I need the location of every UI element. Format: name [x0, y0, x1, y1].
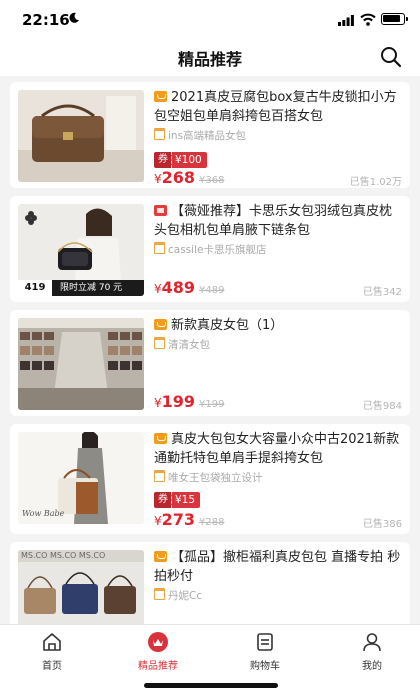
- tab-recommend[interactable]: 精品推荐: [118, 631, 198, 672]
- shop-name: ins高端精品女包: [154, 128, 402, 144]
- product-card[interactable]: MS.CO MS.CO MS.CO 【孤品】撤柜福利真皮包包 直播专拍 秒拍秒付…: [10, 542, 410, 624]
- tab-cart[interactable]: 购物车: [225, 631, 305, 672]
- price: 273: [161, 510, 196, 529]
- tab-home[interactable]: 首页: [12, 631, 92, 672]
- tab-mine[interactable]: 我的: [332, 631, 412, 672]
- price-row: ¥273 ¥288 已售386: [154, 510, 402, 530]
- price: 268: [161, 168, 196, 187]
- search-icon[interactable]: [379, 45, 403, 69]
- recommend-icon: [148, 632, 168, 652]
- sold-count: 已售342: [362, 287, 402, 298]
- product-title: 【薇娅推荐】卡思乐女包羽绒包真皮枕头包相机包单肩腋下链条包: [154, 204, 393, 238]
- product-info: 【薇娅推荐】卡思乐女包羽绒包真皮枕头包相机包单肩腋下链条包 cassile卡思乐…: [154, 202, 402, 258]
- product-title: 2021真皮豆腐包box复古牛皮锁扣小方包空姐包单肩斜挎包百搭女包: [154, 90, 397, 124]
- nav-bar: 精品推荐: [0, 40, 420, 76]
- shop-name: 丹妮Cc: [154, 588, 402, 604]
- status-time: 22:16: [22, 11, 70, 29]
- thumb-watermark: Wow Babe: [22, 509, 65, 518]
- shop-icon: [154, 588, 165, 600]
- product-title: 【孤品】撤柜福利真皮包包 直播专拍 秒拍秒付: [154, 550, 401, 584]
- product-info: 新款真皮女包（1） 清清女包: [154, 316, 402, 353]
- product-card[interactable]: Wow Babe 真皮大包包女大容量小众中古2021新款通勤托特包单肩手提斜挎女…: [10, 424, 410, 534]
- price: 489: [161, 278, 196, 297]
- product-list[interactable]: 2021真皮豆腐包box复古牛皮锁扣小方包空姐包单肩斜挎包百搭女包 ins高端精…: [0, 78, 420, 624]
- shop-name: 清清女包: [154, 337, 402, 353]
- product-info: 真皮大包包女大容量小众中古2021新款通勤托特包单肩手提斜挎女包 唯女王包袋独立…: [154, 430, 402, 486]
- home-icon: [43, 633, 61, 651]
- shop-name: 唯女王包袋独立设计: [154, 470, 402, 486]
- coupon-badge[interactable]: 券 ¥100: [154, 152, 207, 168]
- original-price: ¥489: [199, 285, 225, 296]
- original-price: ¥288: [199, 517, 225, 528]
- wifi-icon: [360, 13, 376, 26]
- battery-icon: [381, 13, 408, 25]
- user-icon: [363, 633, 381, 652]
- product-card[interactable]: 419 限时立减 70 元 【薇娅推荐】卡思乐女包羽绒包真皮枕头包相机包单肩腋下…: [10, 196, 410, 302]
- sold-count: 已售386: [362, 519, 402, 530]
- product-image: MS.CO MS.CO MS.CO: [18, 550, 144, 624]
- signal-icon: [338, 15, 354, 26]
- product-image: [18, 90, 144, 182]
- price-row: ¥489 ¥489 已售342: [154, 278, 402, 298]
- product-card[interactable]: 新款真皮女包（1） 清清女包 ¥199 ¥199 已售984: [10, 310, 410, 416]
- sold-count: 已售984: [362, 401, 402, 412]
- product-info: 2021真皮豆腐包box复古牛皮锁扣小方包空姐包单肩斜挎包百搭女包 ins高端精…: [154, 88, 402, 144]
- thumb-watermark: MS.CO MS.CO MS.CO: [21, 551, 106, 560]
- tmall-icon: [154, 91, 167, 102]
- thumb-price: 419: [18, 280, 52, 296]
- original-price: ¥368: [199, 175, 225, 186]
- product-image: Wow Babe: [18, 432, 144, 524]
- moon-icon: [69, 12, 79, 23]
- price: 199: [161, 392, 196, 411]
- cart-icon: [257, 633, 273, 651]
- original-price: ¥199: [199, 399, 225, 410]
- price-row: ¥199 ¥199 已售984: [154, 392, 402, 412]
- product-card[interactable]: 2021真皮豆腐包box复古牛皮锁扣小方包空姐包单肩斜挎包百搭女包 ins高端精…: [10, 82, 410, 188]
- product-info: 【孤品】撤柜福利真皮包包 直播专拍 秒拍秒付 丹妮Cc: [154, 548, 402, 604]
- jd-icon: [154, 205, 167, 216]
- product-title: 新款真皮女包（1）: [154, 316, 402, 335]
- shop-name: cassile卡思乐旗舰店: [154, 242, 402, 258]
- page-title: 精品推荐: [177, 50, 242, 69]
- home-indicator: [144, 683, 278, 688]
- shop-icon: [154, 470, 165, 482]
- shop-icon: [154, 242, 165, 254]
- status-bar: 22:16: [0, 0, 420, 40]
- price-row: ¥268 ¥368 已售1.02万: [154, 168, 402, 188]
- sold-count: 已售1.02万: [349, 177, 402, 188]
- tmall-icon: [154, 551, 167, 562]
- thumb-promo: 限时立减 70 元: [52, 280, 144, 296]
- shop-icon: [154, 337, 165, 349]
- product-image: 419 限时立减 70 元: [18, 204, 144, 296]
- shop-icon: [154, 128, 165, 140]
- product-title: 真皮大包包女大容量小众中古2021新款通勤托特包单肩手提斜挎女包: [154, 432, 400, 466]
- product-image: [18, 318, 144, 410]
- tmall-icon: [154, 433, 167, 444]
- coupon-badge[interactable]: 券 ¥15: [154, 492, 201, 508]
- tmall-icon: [154, 319, 167, 330]
